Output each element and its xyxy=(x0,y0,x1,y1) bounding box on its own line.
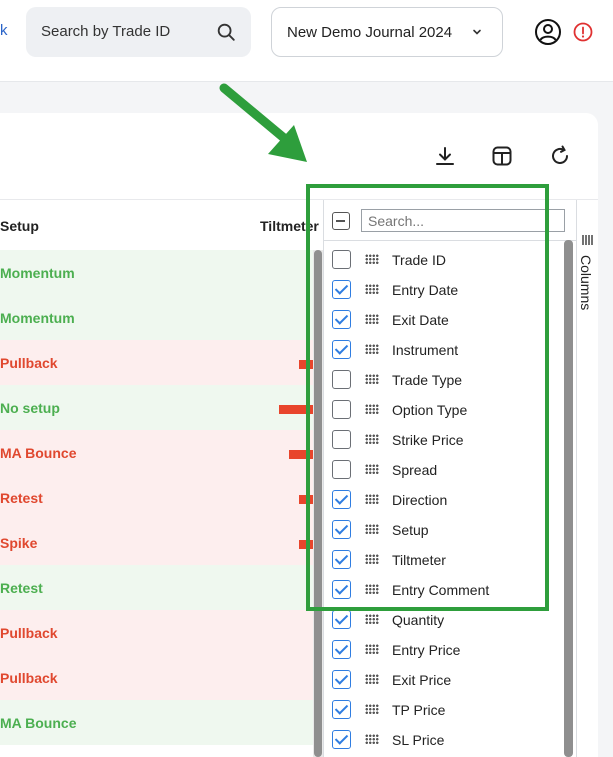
setup-cell: Momentum xyxy=(0,265,75,281)
search-icon[interactable] xyxy=(215,21,237,43)
trade-search-placeholder[interactable]: Search by Trade ID xyxy=(41,23,170,40)
table-row[interactable]: Retest xyxy=(0,565,313,610)
columns-side-tab[interactable]: Columns xyxy=(576,200,598,757)
drag-handle-icon[interactable] xyxy=(365,614,379,624)
download-icon[interactable] xyxy=(433,144,457,168)
table-row[interactable]: Pullback xyxy=(0,340,313,385)
column-item[interactable]: Exit Price xyxy=(324,665,564,695)
column-label: Entry Price xyxy=(392,642,461,658)
drag-handle-icon[interactable] xyxy=(365,674,379,684)
top-bar: k Search by Trade ID New Demo Journal 20… xyxy=(0,0,613,82)
trade-rows: Momentum Momentum Pullback No setup MA B… xyxy=(0,250,313,745)
highlight-box xyxy=(306,184,549,611)
columns-icon[interactable] xyxy=(581,234,593,246)
layout-icon[interactable] xyxy=(490,144,514,168)
setup-cell: Pullback xyxy=(0,355,58,371)
drag-handle-icon[interactable] xyxy=(365,734,379,744)
back-link[interactable]: k xyxy=(0,22,8,39)
columns-panel-scrollbar[interactable] xyxy=(564,240,573,757)
journal-select-value[interactable]: New Demo Journal 2024 xyxy=(287,24,452,41)
column-header-setup[interactable]: Setup xyxy=(0,218,39,234)
table-row[interactable]: MA Bounce xyxy=(0,700,313,745)
setup-cell: Retest xyxy=(0,490,43,506)
table-row[interactable]: No setup xyxy=(0,385,313,430)
table-row[interactable]: Retest xyxy=(0,475,313,520)
table-row[interactable]: Spike xyxy=(0,520,313,565)
column-checkbox[interactable] xyxy=(332,670,351,689)
column-label: Quantity xyxy=(392,612,445,628)
drag-handle-icon[interactable] xyxy=(365,644,379,654)
setup-cell: MA Bounce xyxy=(0,445,77,461)
column-checkbox[interactable] xyxy=(332,610,351,629)
column-label: TP Price xyxy=(392,702,446,718)
table-row[interactable]: MA Bounce xyxy=(0,430,313,475)
setup-cell: Pullback xyxy=(0,625,58,641)
setup-cell: No setup xyxy=(0,400,60,416)
trade-search-box[interactable]: Search by Trade ID xyxy=(26,7,251,57)
columns-tab-label[interactable]: Columns xyxy=(578,255,594,310)
journal-select[interactable]: New Demo Journal 2024 xyxy=(271,7,503,57)
column-checkbox[interactable] xyxy=(332,700,351,719)
annotation-arrow-icon xyxy=(219,83,307,162)
column-item[interactable]: SL Price xyxy=(324,725,564,755)
setup-cell: Spike xyxy=(0,535,38,551)
setup-cell: Momentum xyxy=(0,310,75,326)
column-checkbox[interactable] xyxy=(332,640,351,659)
alert-icon[interactable] xyxy=(572,21,594,43)
column-item[interactable]: TP Price xyxy=(324,695,564,725)
setup-cell: Retest xyxy=(0,580,43,596)
refresh-icon[interactable] xyxy=(548,144,572,168)
table-row[interactable]: Momentum xyxy=(0,295,313,340)
setup-cell: Pullback xyxy=(0,670,58,686)
column-item[interactable]: Entry Price xyxy=(324,635,564,665)
table-row[interactable]: Pullback xyxy=(0,610,313,655)
chevron-down-icon[interactable] xyxy=(469,24,485,40)
column-label: Exit Price xyxy=(392,672,452,688)
table-row[interactable]: Pullback xyxy=(0,655,313,700)
setup-cell: MA Bounce xyxy=(0,715,77,731)
drag-handle-icon[interactable] xyxy=(365,704,379,714)
table-row[interactable]: Momentum xyxy=(0,250,313,295)
column-label: SL Price xyxy=(392,732,445,748)
user-icon[interactable] xyxy=(534,18,562,46)
column-checkbox[interactable] xyxy=(332,730,351,749)
